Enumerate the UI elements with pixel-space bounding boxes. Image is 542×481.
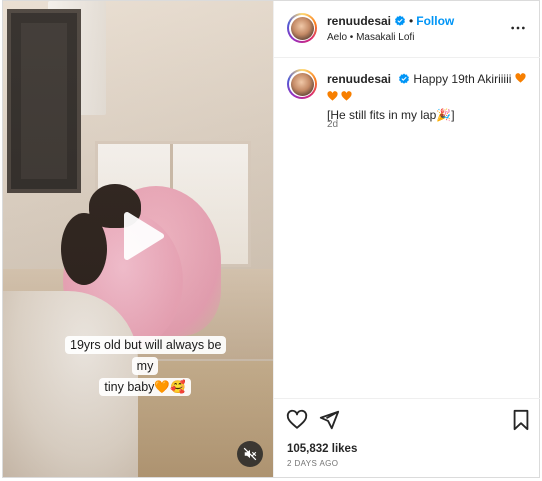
post-card: 19yrs old but will always be my tiny bab… <box>2 0 540 478</box>
comment-text: renuudesai Happy 19th Akiriiiii [He stil… <box>327 70 532 124</box>
avatar[interactable] <box>287 13 317 43</box>
audio-link[interactable]: Aelo • Masakali Lofi <box>327 32 414 43</box>
play-icon[interactable] <box>113 209 167 263</box>
comment-timestamp[interactable]: 2d <box>327 119 338 130</box>
more-options-icon[interactable] <box>510 20 526 36</box>
like-count[interactable]: 105,832 likes <box>287 443 357 455</box>
follow-button[interactable]: Follow <box>416 14 454 28</box>
video-caption: 19yrs old but will always be my tiny bab… <box>65 335 227 398</box>
heart-icon[interactable] <box>286 409 308 431</box>
orange-heart-icon <box>515 73 526 83</box>
share-icon[interactable] <box>318 409 340 431</box>
post-header: renuudesai • Follow Aelo • Masakali Lofi <box>274 1 540 58</box>
verified-icon <box>399 73 410 84</box>
bookmark-icon[interactable] <box>510 409 532 431</box>
post-details-panel: renuudesai • Follow Aelo • Masakali Lofi r… <box>273 1 540 477</box>
post-actions: 105,832 likes 2 DAYS AGO <box>274 398 540 478</box>
orange-heart-icon <box>327 91 338 101</box>
verified-icon <box>395 15 406 26</box>
post-header-line: renuudesai • Follow <box>327 14 454 28</box>
video-caption-line: tiny baby🧡🥰 <box>99 378 191 396</box>
post-video[interactable]: 19yrs old but will always be my tiny bab… <box>3 1 273 477</box>
separator-dot: • <box>409 14 414 28</box>
comment-body: Happy 19th Akiriiiii <box>413 72 512 86</box>
username-link[interactable]: renuudesai <box>327 14 391 28</box>
comment-body: [He still fits in my lap🎉] <box>327 108 455 122</box>
orange-heart-icon <box>341 91 352 101</box>
post-date[interactable]: 2 DAYS AGO <box>287 459 338 468</box>
video-caption-line: 19yrs old but will always be my <box>65 336 227 375</box>
avatar[interactable] <box>287 69 317 99</box>
mute-icon[interactable] <box>237 441 263 467</box>
username-link[interactable]: renuudesai <box>327 72 391 86</box>
